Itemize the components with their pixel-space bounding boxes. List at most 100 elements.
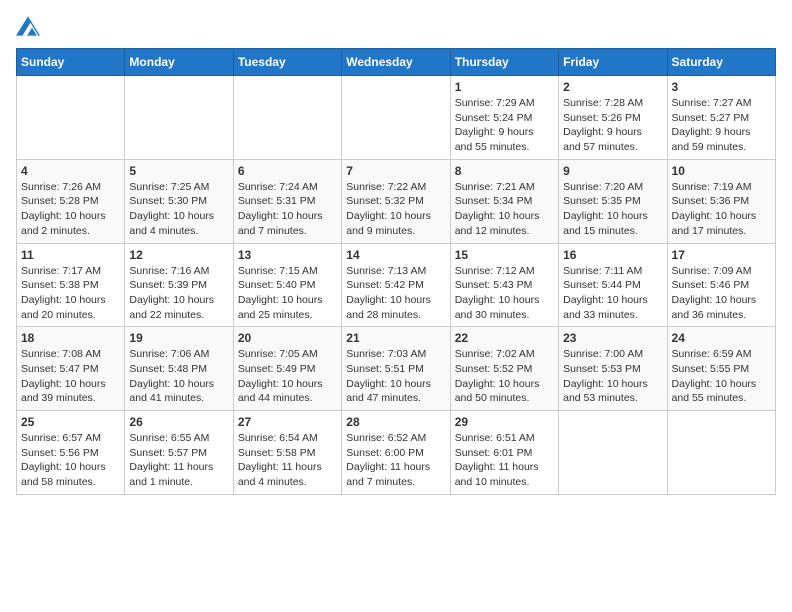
table-cell: 11 Sunrise: 7:17 AM Sunset: 5:38 PM Dayli… bbox=[17, 243, 125, 327]
header-thursday: Thursday bbox=[450, 49, 558, 76]
table-cell: 6 Sunrise: 7:24 AM Sunset: 5:31 PM Daylig… bbox=[233, 159, 341, 243]
table-cell: 17 Sunrise: 7:09 AM Sunset: 5:46 PM Dayli… bbox=[667, 243, 775, 327]
day-info: Sunrise: 6:55 AM Sunset: 5:57 PM Dayligh… bbox=[129, 431, 228, 490]
day-number: 8 bbox=[455, 164, 554, 178]
day-number: 24 bbox=[672, 331, 771, 345]
day-info: Sunrise: 7:17 AM Sunset: 5:38 PM Dayligh… bbox=[21, 264, 120, 323]
header-monday: Monday bbox=[125, 49, 233, 76]
table-cell: 28Sunrise: 6:52 AM Sunset: 6:00 PM Dayli… bbox=[342, 411, 450, 495]
table-cell: 14 Sunrise: 7:13 AM Sunset: 5:42 PM Dayli… bbox=[342, 243, 450, 327]
day-number: 18 bbox=[21, 331, 120, 345]
day-info: Sunrise: 7:13 AM Sunset: 5:42 PM Dayligh… bbox=[346, 264, 445, 323]
day-number: 16 bbox=[563, 248, 662, 262]
table-cell: 19 Sunrise: 7:06 AM Sunset: 5:48 PM Dayli… bbox=[125, 327, 233, 411]
day-number: 17 bbox=[672, 248, 771, 262]
day-info: Sunrise: 7:11 AM Sunset: 5:44 PM Dayligh… bbox=[563, 264, 662, 323]
day-number: 14 bbox=[346, 248, 445, 262]
table-cell: 10Sunrise: 7:19 AM Sunset: 5:36 PM Dayli… bbox=[667, 159, 775, 243]
table-cell: 23 Sunrise: 7:00 AM Sunset: 5:53 PM Dayli… bbox=[559, 327, 667, 411]
header-sunday: Sunday bbox=[17, 49, 125, 76]
header-friday: Friday bbox=[559, 49, 667, 76]
day-number: 9 bbox=[563, 164, 662, 178]
table-cell: 5 Sunrise: 7:25 AM Sunset: 5:30 PM Daylig… bbox=[125, 159, 233, 243]
day-info: Sunrise: 7:00 AM Sunset: 5:53 PM Dayligh… bbox=[563, 347, 662, 406]
day-info: Sunrise: 7:29 AM Sunset: 5:24 PM Dayligh… bbox=[455, 96, 554, 155]
day-info: Sunrise: 7:22 AM Sunset: 5:32 PM Dayligh… bbox=[346, 180, 445, 239]
table-cell bbox=[125, 76, 233, 160]
table-cell: 18 Sunrise: 7:08 AM Sunset: 5:47 PM Dayli… bbox=[17, 327, 125, 411]
day-number: 3 bbox=[672, 80, 771, 94]
header-row: SundayMondayTuesdayWednesdayThursdayFrid… bbox=[17, 49, 776, 76]
day-info: Sunrise: 7:28 AM Sunset: 5:26 PM Dayligh… bbox=[563, 96, 662, 155]
header-wednesday: Wednesday bbox=[342, 49, 450, 76]
week-row-5: 25Sunrise: 6:57 AM Sunset: 5:56 PM Dayli… bbox=[17, 411, 776, 495]
day-number: 6 bbox=[238, 164, 337, 178]
table-cell: 1 Sunrise: 7:29 AM Sunset: 5:24 PM Daylig… bbox=[450, 76, 558, 160]
day-number: 22 bbox=[455, 331, 554, 345]
table-cell: 9 Sunrise: 7:20 AM Sunset: 5:35 PM Daylig… bbox=[559, 159, 667, 243]
day-info: Sunrise: 6:51 AM Sunset: 6:01 PM Dayligh… bbox=[455, 431, 554, 490]
table-cell: 16 Sunrise: 7:11 AM Sunset: 5:44 PM Dayli… bbox=[559, 243, 667, 327]
day-info: Sunrise: 7:16 AM Sunset: 5:39 PM Dayligh… bbox=[129, 264, 228, 323]
day-info: Sunrise: 7:03 AM Sunset: 5:51 PM Dayligh… bbox=[346, 347, 445, 406]
day-number: 10 bbox=[672, 164, 771, 178]
day-number: 20 bbox=[238, 331, 337, 345]
day-info: Sunrise: 7:20 AM Sunset: 5:35 PM Dayligh… bbox=[563, 180, 662, 239]
day-number: 25 bbox=[21, 415, 120, 429]
day-info: Sunrise: 7:08 AM Sunset: 5:47 PM Dayligh… bbox=[21, 347, 120, 406]
table-cell: 3 Sunrise: 7:27 AM Sunset: 5:27 PM Daylig… bbox=[667, 76, 775, 160]
logo-icon bbox=[16, 16, 40, 36]
table-cell: 29 Sunrise: 6:51 AM Sunset: 6:01 PM Dayli… bbox=[450, 411, 558, 495]
day-number: 27 bbox=[238, 415, 337, 429]
header-saturday: Saturday bbox=[667, 49, 775, 76]
week-row-2: 4 Sunrise: 7:26 AM Sunset: 5:28 PM Daylig… bbox=[17, 159, 776, 243]
header bbox=[16, 16, 776, 36]
week-row-4: 18 Sunrise: 7:08 AM Sunset: 5:47 PM Dayli… bbox=[17, 327, 776, 411]
table-cell bbox=[559, 411, 667, 495]
day-info: Sunrise: 7:12 AM Sunset: 5:43 PM Dayligh… bbox=[455, 264, 554, 323]
day-info: Sunrise: 7:25 AM Sunset: 5:30 PM Dayligh… bbox=[129, 180, 228, 239]
day-number: 1 bbox=[455, 80, 554, 94]
table-cell: 22 Sunrise: 7:02 AM Sunset: 5:52 PM Dayli… bbox=[450, 327, 558, 411]
day-number: 28 bbox=[346, 415, 445, 429]
day-info: Sunrise: 7:05 AM Sunset: 5:49 PM Dayligh… bbox=[238, 347, 337, 406]
day-info: Sunrise: 6:59 AM Sunset: 5:55 PM Dayligh… bbox=[672, 347, 771, 406]
day-info: Sunrise: 7:06 AM Sunset: 5:48 PM Dayligh… bbox=[129, 347, 228, 406]
day-info: Sunrise: 7:15 AM Sunset: 5:40 PM Dayligh… bbox=[238, 264, 337, 323]
table-cell: 7Sunrise: 7:22 AM Sunset: 5:32 PM Daylig… bbox=[342, 159, 450, 243]
day-number: 5 bbox=[129, 164, 228, 178]
table-cell bbox=[667, 411, 775, 495]
table-cell: 2 Sunrise: 7:28 AM Sunset: 5:26 PM Daylig… bbox=[559, 76, 667, 160]
day-number: 15 bbox=[455, 248, 554, 262]
table-cell: 8Sunrise: 7:21 AM Sunset: 5:34 PM Daylig… bbox=[450, 159, 558, 243]
table-cell: 4 Sunrise: 7:26 AM Sunset: 5:28 PM Daylig… bbox=[17, 159, 125, 243]
table-cell: 24 Sunrise: 6:59 AM Sunset: 5:55 PM Dayli… bbox=[667, 327, 775, 411]
day-info: Sunrise: 7:24 AM Sunset: 5:31 PM Dayligh… bbox=[238, 180, 337, 239]
day-info: Sunrise: 6:54 AM Sunset: 5:58 PM Dayligh… bbox=[238, 431, 337, 490]
day-number: 21 bbox=[346, 331, 445, 345]
day-number: 23 bbox=[563, 331, 662, 345]
day-info: Sunrise: 7:09 AM Sunset: 5:46 PM Dayligh… bbox=[672, 264, 771, 323]
header-tuesday: Tuesday bbox=[233, 49, 341, 76]
table-cell bbox=[17, 76, 125, 160]
day-info: Sunrise: 7:27 AM Sunset: 5:27 PM Dayligh… bbox=[672, 96, 771, 155]
table-cell: 27 Sunrise: 6:54 AM Sunset: 5:58 PM Dayli… bbox=[233, 411, 341, 495]
table-cell: 13Sunrise: 7:15 AM Sunset: 5:40 PM Dayli… bbox=[233, 243, 341, 327]
day-number: 19 bbox=[129, 331, 228, 345]
logo bbox=[16, 16, 44, 36]
table-cell: 20 Sunrise: 7:05 AM Sunset: 5:49 PM Dayli… bbox=[233, 327, 341, 411]
day-number: 11 bbox=[21, 248, 120, 262]
table-cell: 26 Sunrise: 6:55 AM Sunset: 5:57 PM Dayli… bbox=[125, 411, 233, 495]
day-number: 26 bbox=[129, 415, 228, 429]
table-cell: 15 Sunrise: 7:12 AM Sunset: 5:43 PM Dayli… bbox=[450, 243, 558, 327]
day-info: Sunrise: 7:26 AM Sunset: 5:28 PM Dayligh… bbox=[21, 180, 120, 239]
day-info: Sunrise: 7:02 AM Sunset: 5:52 PM Dayligh… bbox=[455, 347, 554, 406]
day-number: 29 bbox=[455, 415, 554, 429]
day-number: 12 bbox=[129, 248, 228, 262]
calendar-table: SundayMondayTuesdayWednesdayThursdayFrid… bbox=[16, 48, 776, 495]
table-cell bbox=[233, 76, 341, 160]
table-cell bbox=[342, 76, 450, 160]
week-row-3: 11 Sunrise: 7:17 AM Sunset: 5:38 PM Dayli… bbox=[17, 243, 776, 327]
day-number: 4 bbox=[21, 164, 120, 178]
day-number: 2 bbox=[563, 80, 662, 94]
